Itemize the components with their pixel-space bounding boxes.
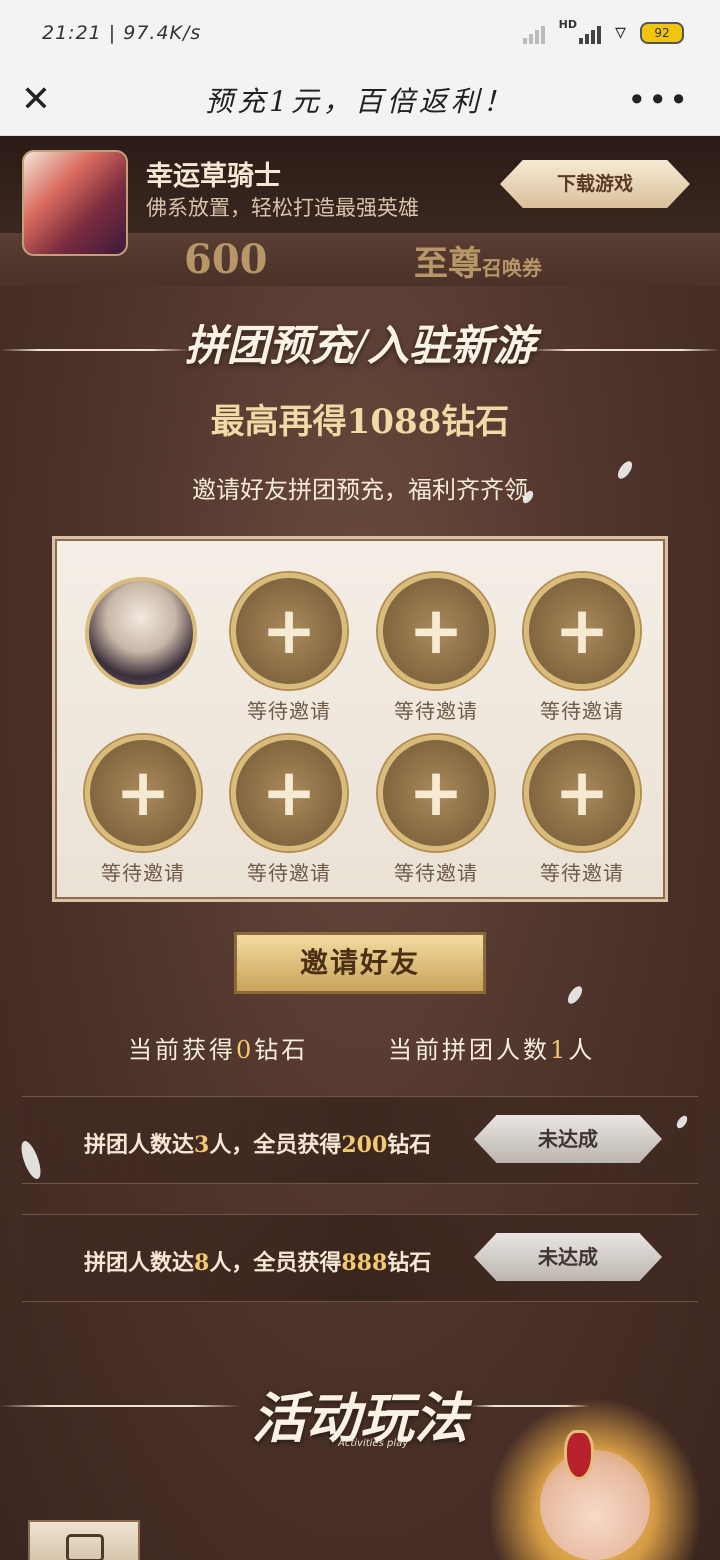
hd-badge: HD [558, 18, 577, 31]
plus-icon: + [554, 754, 610, 831]
game-description: 佛系放置，轻松打造最强英雄 [146, 196, 419, 220]
reward-row: 拼团人数达3人，全员获得200钻石 未达成 [22, 1096, 698, 1184]
title-slash: / [352, 321, 368, 370]
hero-gem [564, 1430, 594, 1480]
reward-count: 8 [194, 1250, 210, 1276]
page-title: 预充1元，百倍返利！ [205, 85, 515, 118]
invite-slot[interactable]: + 等待邀请 [231, 573, 347, 723]
invite-slot[interactable]: + 等待邀请 [524, 735, 640, 885]
nav-bar: ✕ 预充1元，百倍返利！ ••• [0, 68, 720, 136]
invite-slot[interactable]: + 等待邀请 [378, 573, 494, 723]
slot-label: 等待邀请 [247, 861, 331, 885]
game-app-icon[interactable] [22, 150, 128, 256]
strip-left-text: 600 [184, 236, 268, 283]
reward-middle: 人，全员获得 [209, 1250, 342, 1276]
invite-slot[interactable]: + 等待邀请 [231, 735, 347, 885]
reward-count: 3 [194, 1132, 210, 1158]
invite-description: 邀请好友拼团预充，福利齐齐领 [192, 476, 528, 504]
reward-prefix: 拼团人数达 [84, 1132, 195, 1158]
signal-sim2-icon [522, 22, 545, 44]
plus-icon: + [408, 754, 464, 831]
diamonds-stat: 当前获得0钻石 [128, 1030, 308, 1065]
status-icons: HD ▿ 92 [522, 18, 684, 45]
game-name: 幸运草骑士 [146, 161, 281, 192]
reward-text: 拼团人数达8人，全员获得888钻石 [84, 1245, 431, 1277]
phone-button[interactable] [28, 1520, 140, 1560]
phone-icon [66, 1534, 104, 1560]
reward-suffix: 钻石 [387, 1250, 432, 1276]
user-avatar [85, 577, 197, 689]
slot-label: 等待邀请 [394, 699, 478, 723]
reward-middle: 人，全员获得 [209, 1132, 342, 1158]
reward-amount: 200 [341, 1132, 388, 1158]
wifi-icon: ▿ [614, 20, 626, 45]
reward-prefix: 拼团人数达 [84, 1250, 195, 1276]
slot-label: 等待邀请 [247, 699, 331, 723]
diamonds-value: 0 [236, 1036, 255, 1064]
strip-right-text: 至尊召唤券 [414, 236, 542, 285]
reward-text: 拼团人数达3人，全员获得200钻石 [84, 1127, 431, 1159]
invite-panel: + 等待邀请 + 等待邀请 + 等待邀请 + 等待邀请 + 等待邀请 + 等待邀… [52, 536, 668, 902]
section-subtitle: 最高再得1088钻石 [210, 402, 510, 442]
status-bar: 21:21 | 97.4K/s HD ▿ 92 [0, 0, 720, 68]
hero-face [540, 1450, 650, 1560]
slot-label: 等待邀请 [101, 861, 185, 885]
clock-text: 21:21 [42, 22, 102, 44]
battery-icon: 92 [640, 21, 684, 44]
invite-slot[interactable]: + 等待邀请 [524, 573, 640, 723]
reward-suffix: 钻石 [387, 1132, 432, 1158]
invite-slot[interactable]: + 等待邀请 [85, 735, 201, 885]
members-stat: 当前拼团人数1人 [388, 1030, 595, 1065]
network-speed: 97.4K/s [123, 22, 202, 44]
reward-amount: 888 [341, 1250, 388, 1276]
invite-friends-button[interactable]: 邀请好友 [234, 932, 486, 994]
reward-status-button[interactable]: 未达成 [474, 1115, 662, 1163]
slot-label: 等待邀请 [540, 699, 624, 723]
members-unit: 人 [568, 1036, 596, 1064]
members-prefix: 当前拼团人数 [388, 1036, 550, 1064]
strip-right-small: 召唤券 [482, 256, 542, 280]
slot-label: 等待邀请 [540, 861, 624, 885]
status-time: 21:21 | 97.4K/s [42, 22, 202, 44]
strip-right-big: 至尊 [414, 244, 482, 284]
members-value: 1 [550, 1036, 569, 1064]
plus-icon: + [261, 592, 317, 669]
more-icon[interactable]: ••• [627, 80, 690, 120]
download-game-button[interactable]: 下载游戏 [500, 160, 690, 208]
section-title: 拼团预充/入驻新游 [0, 312, 720, 373]
activity-subtitle: Activities play [338, 1438, 409, 1449]
section-title-a: 拼团预充 [184, 321, 353, 370]
invite-slot[interactable]: + 等待邀请 [378, 735, 494, 885]
plus-icon: + [115, 754, 171, 831]
reward-row: 拼团人数达8人，全员获得888钻石 未达成 [22, 1214, 698, 1302]
signal-icon [578, 22, 601, 44]
plus-icon: + [408, 592, 464, 669]
slot-label: 等待邀请 [394, 861, 478, 885]
plus-icon: + [261, 754, 317, 831]
diamonds-prefix: 当前获得 [128, 1036, 236, 1064]
diamonds-unit: 钻石 [254, 1036, 309, 1064]
reward-status-button[interactable]: 未达成 [474, 1233, 662, 1281]
section-title-b: 入驻新游 [367, 321, 536, 370]
plus-icon: + [554, 592, 610, 669]
